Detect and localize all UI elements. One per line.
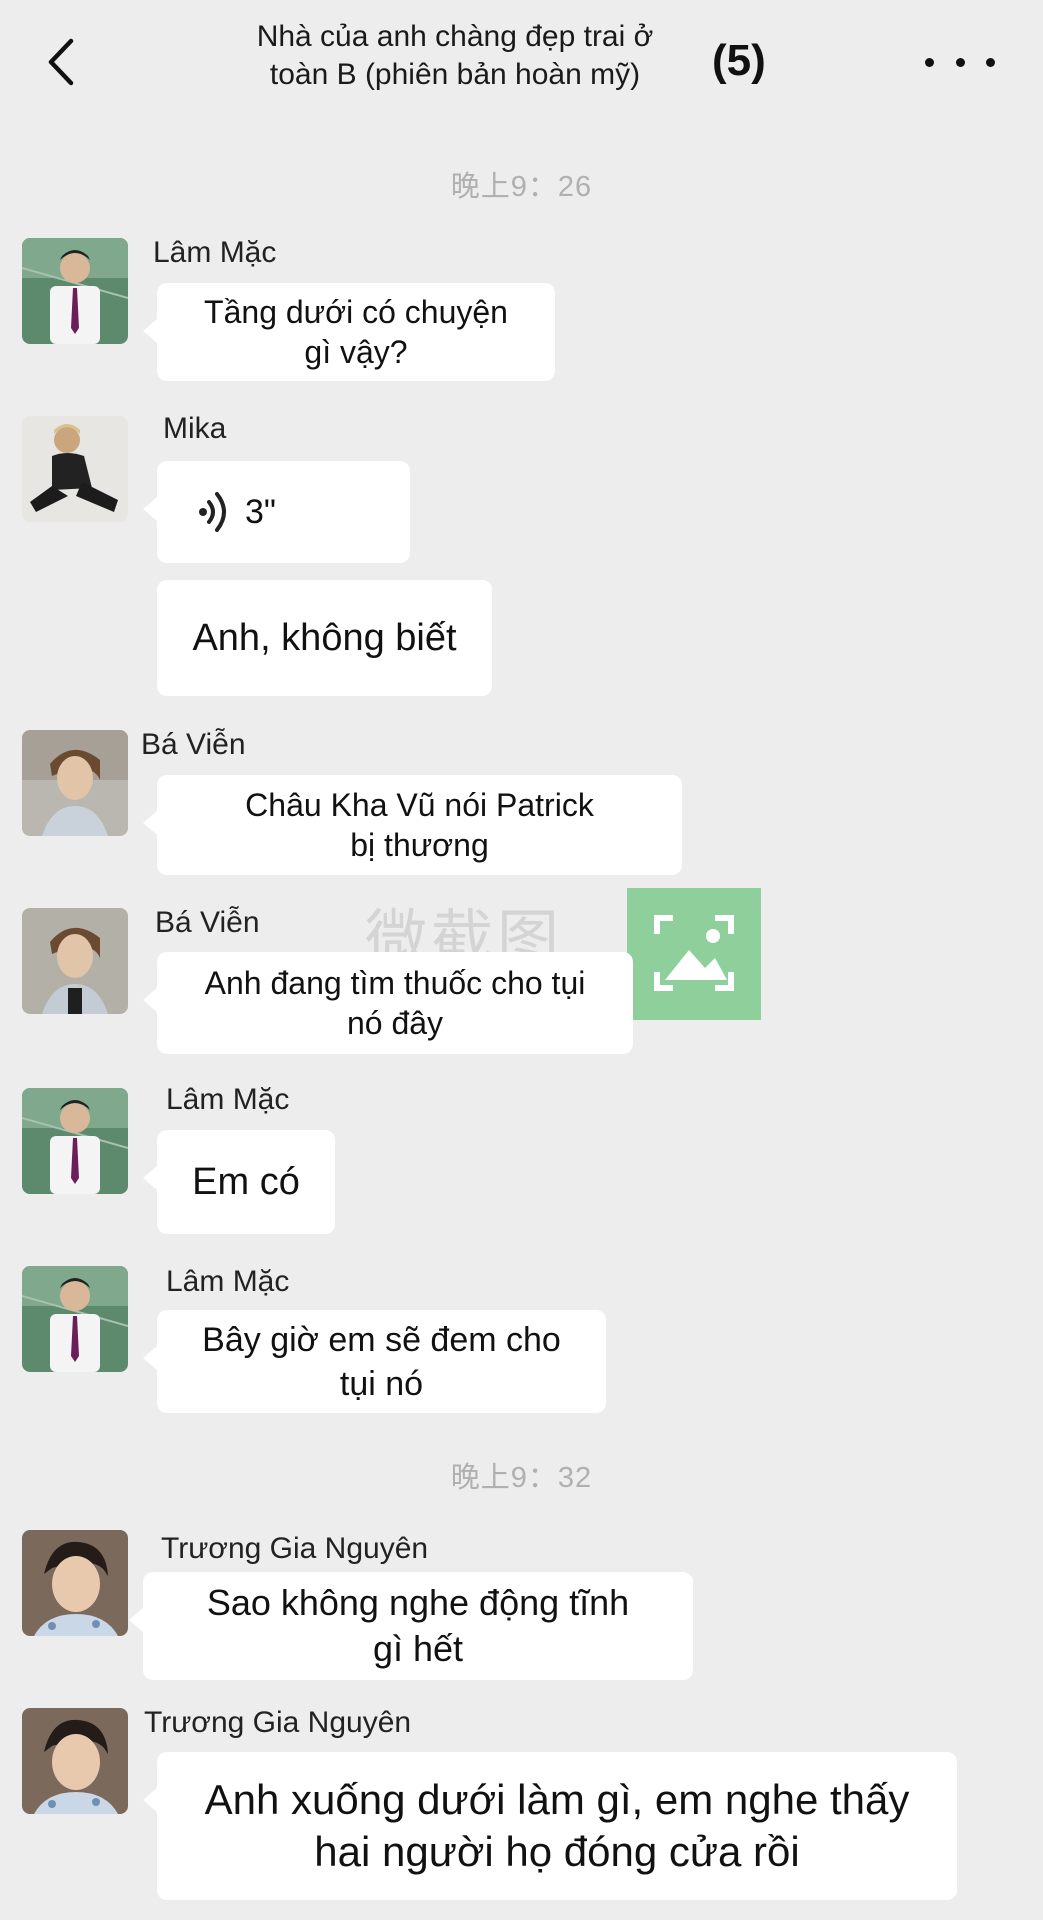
avatar[interactable] <box>22 416 128 522</box>
message-bubble[interactable]: Châu Kha Vũ nói Patrick bị thương <box>143 775 682 875</box>
voice-wave-icon <box>197 490 231 534</box>
chevron-left-icon <box>48 38 74 86</box>
message-text: Tầng dưới có chuyện <box>204 294 508 330</box>
sender-name: Trương Gia Nguyên <box>161 1532 429 1565</box>
avatar[interactable] <box>22 1088 128 1194</box>
avatar[interactable] <box>22 1530 128 1636</box>
message-bubble[interactable]: Sao không nghe động tĩnh gì hết <box>129 1572 693 1680</box>
member-count: (5) <box>712 36 766 85</box>
message-text: Anh, không biết <box>192 616 457 659</box>
sender-name: Trương Gia Nguyên <box>144 1706 412 1739</box>
sender-name: Bá Viễn <box>155 906 260 939</box>
more-dot-icon <box>986 57 995 67</box>
message-text: Anh xuống dưới làm gì, em nghe thấy <box>204 1776 910 1823</box>
more-dot-icon <box>925 57 934 67</box>
chat-header: Nhà của anh chàng đẹp trai ở toàn B (phi… <box>0 0 1043 124</box>
chat-title-line1: Nhà của anh chàng đẹp trai ở <box>256 20 654 53</box>
avatar[interactable] <box>22 908 128 1014</box>
timestamp: 晚上9：32 <box>450 1462 593 1494</box>
message-text: nó đây <box>346 1005 444 1041</box>
message-text: tụi nó <box>339 1364 424 1403</box>
chat-title: Nhà của anh chàng đẹp trai ở toàn B (phi… <box>215 18 695 94</box>
message-bubble[interactable]: Bây giờ em sẽ đem cho tụi nó <box>143 1310 606 1413</box>
more-dot-icon <box>955 57 965 67</box>
message-bubble[interactable]: Tầng dưới có chuyện gì vậy? <box>143 283 555 381</box>
sender-name: Lâm Mặc <box>166 1265 290 1298</box>
voice-duration: 3" <box>245 492 276 531</box>
message-text: Anh đang tìm thuốc cho tụi <box>204 965 586 1001</box>
message-text: Em có <box>192 1160 300 1203</box>
message-bubble[interactable]: Anh xuống dưới làm gì, em nghe thấy hai … <box>143 1752 957 1900</box>
sender-name: Bá Viễn <box>141 728 246 761</box>
back-button[interactable] <box>40 32 80 92</box>
message-text: gì hết <box>372 1628 464 1669</box>
message-text: Bây giờ em sẽ đem cho <box>202 1320 561 1359</box>
message-bubble[interactable]: Em có <box>143 1130 335 1234</box>
avatar[interactable] <box>22 1708 128 1814</box>
watermark-image-icon <box>627 888 761 1020</box>
message-text: bị thương <box>350 827 489 863</box>
timestamp: 晚上9：26 <box>450 171 593 203</box>
avatar[interactable] <box>22 238 128 344</box>
more-options-button[interactable] <box>925 42 995 82</box>
chat-title-line2: toàn B (phiên bản hoàn mỹ) <box>269 58 641 91</box>
message-text: gì vậy? <box>304 334 408 370</box>
message-text: Châu Kha Vũ nói Patrick <box>245 787 594 823</box>
message-text: Sao không nghe động tĩnh <box>206 1582 630 1623</box>
sender-name: Lâm Mặc <box>153 236 277 269</box>
message-text: hai người họ đóng cửa rồi <box>314 1828 800 1875</box>
sender-name: Mika <box>163 412 227 445</box>
voice-message-bubble[interactable]: 3" <box>143 461 410 563</box>
sender-name: Lâm Mặc <box>166 1083 290 1116</box>
message-bubble[interactable]: Anh, không biết <box>157 580 492 696</box>
message-bubble[interactable]: Anh đang tìm thuốc cho tụi nó đây <box>143 952 633 1054</box>
avatar[interactable] <box>22 1266 128 1372</box>
avatar[interactable] <box>22 730 128 836</box>
